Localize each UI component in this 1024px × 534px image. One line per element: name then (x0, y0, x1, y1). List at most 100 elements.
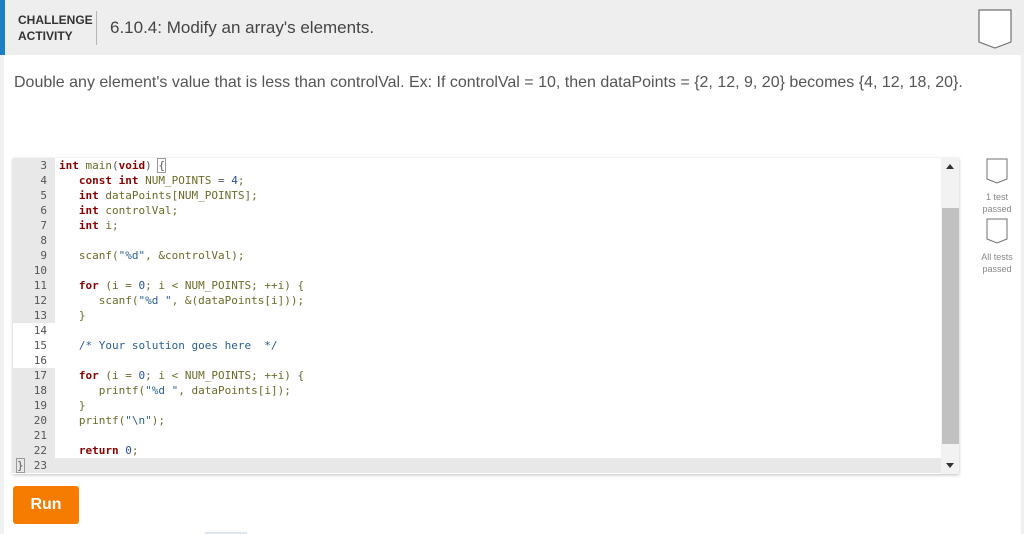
test-item-1: 1 test passed (972, 158, 1022, 215)
code-line-16[interactable] (13, 353, 941, 368)
keyword: const (78, 174, 112, 187)
code-text: , dataPoints[i]); (178, 384, 291, 397)
identifier: dataPoints[NUM_POINTS] (105, 189, 252, 202)
keyword: int (59, 159, 79, 172)
closing-brace: } (78, 399, 86, 412)
activity-type-label: CHALLENGE ACTIVITY (18, 12, 93, 44)
scroll-up-arrow-icon[interactable] (941, 158, 959, 176)
string-literal: "\n" (125, 414, 152, 427)
code-line-11[interactable]: for (i = 0; i < NUM_POINTS; ++i) { (13, 278, 941, 293)
function-call: printf( (78, 414, 126, 427)
solution-comment: /* Your solution goes here */ (78, 339, 278, 352)
function-call: scanf( (98, 294, 139, 307)
header-accent-bar (0, 0, 5, 55)
keyword: void (118, 159, 146, 172)
editor-scrollbar[interactable] (941, 158, 959, 474)
completion-badge-icon (978, 9, 1012, 49)
punct: ) (145, 159, 159, 172)
punct: ; (171, 204, 179, 217)
closing-brace: } (78, 309, 86, 322)
keyword: int (118, 174, 139, 187)
code-line-21[interactable] (13, 428, 941, 443)
keyword: return (78, 444, 119, 457)
code-line-12[interactable]: scanf("%d ", &(dataPoints[i])); (13, 293, 941, 308)
keyword: for (78, 369, 99, 382)
code-line-3[interactable]: int main(void) { (13, 158, 941, 173)
code-text: , &controlVal); (145, 249, 245, 262)
identifier: NUM_POINTS (145, 174, 212, 187)
string-literal: "%d" (118, 249, 146, 262)
punct: ( (112, 159, 119, 172)
punct: ; (131, 444, 139, 457)
code-text: ; i < NUM_POINTS; ++i) { (145, 279, 305, 292)
code-line-4[interactable]: const int NUM_POINTS = 4; (13, 173, 941, 188)
matched-brace: { (157, 158, 166, 173)
code-line-6[interactable]: int controlVal; (13, 203, 941, 218)
keyword: int (78, 204, 99, 217)
test-item-2: All tests passed (972, 218, 1022, 275)
test-label: All tests passed (981, 252, 1013, 274)
code-line-9[interactable]: scanf("%d", &controlVal); (13, 248, 941, 263)
code-line-17[interactable]: for (i = 0; i < NUM_POINTS; ++i) { (13, 368, 941, 383)
scrollbar-thumb[interactable] (942, 208, 959, 444)
code-line-7[interactable]: int i; (13, 218, 941, 233)
activity-type-line1: CHALLENGE (18, 13, 93, 27)
code-line-18[interactable]: printf("%d ", dataPoints[i]); (13, 383, 941, 398)
code-line-23[interactable]: } (13, 458, 941, 473)
operator: = (211, 174, 232, 187)
code-line-5[interactable]: int dataPoints[NUM_POINTS]; (13, 188, 941, 203)
string-literal: "%d " (138, 294, 172, 307)
code-line-13[interactable]: } (13, 308, 941, 323)
code-line-10[interactable] (13, 263, 941, 278)
code-editor[interactable]: 3 4 5 6 7 8 9 10 11 12 13 14 15 16 17 18 19 20 21 22 23 int … (13, 158, 959, 474)
function-call: scanf( (78, 249, 119, 262)
instructions-text: Double any element's value that is less … (14, 74, 963, 91)
page-left-border (0, 0, 4, 534)
identifier: main (85, 159, 113, 172)
code-line-19[interactable]: } (13, 398, 941, 413)
code-text: ); (151, 414, 165, 427)
number: 4 (231, 174, 238, 187)
code-line-22[interactable]: return 0; (13, 443, 941, 458)
punct: ; (237, 174, 245, 187)
code-line-8[interactable] (13, 233, 941, 248)
scroll-down-arrow-icon[interactable] (941, 456, 959, 474)
identifier: controlVal (105, 204, 172, 217)
code-line-14[interactable] (13, 323, 941, 338)
test-badge-icon (986, 158, 1008, 184)
string-literal: "%d " (145, 384, 179, 397)
identifier: i (105, 219, 112, 232)
code-text: (i = (98, 369, 139, 382)
run-button[interactable]: Run (13, 486, 79, 524)
keyword: int (78, 189, 99, 202)
keyword: for (78, 279, 99, 292)
keyword: int (78, 219, 99, 232)
punct: ; (251, 189, 258, 202)
punct: ; (112, 219, 119, 232)
test-badge-icon (986, 218, 1008, 244)
activity-type-line2: ACTIVITY (18, 29, 73, 43)
header-divider (96, 11, 97, 45)
activity-header: CHALLENGE ACTIVITY 6.10.4: Modify an arr… (0, 0, 1024, 55)
code-text: , &(dataPoints[i])); (171, 294, 305, 307)
code-line-20[interactable]: printf("\n"); (13, 413, 941, 428)
activity-title: 6.10.4: Modify an array's elements. (110, 18, 375, 37)
code-text: (i = (98, 279, 139, 292)
number: 0 (125, 444, 132, 457)
matched-brace: } (16, 458, 25, 473)
code-line-15[interactable]: /* Your solution goes here */ (13, 338, 941, 353)
